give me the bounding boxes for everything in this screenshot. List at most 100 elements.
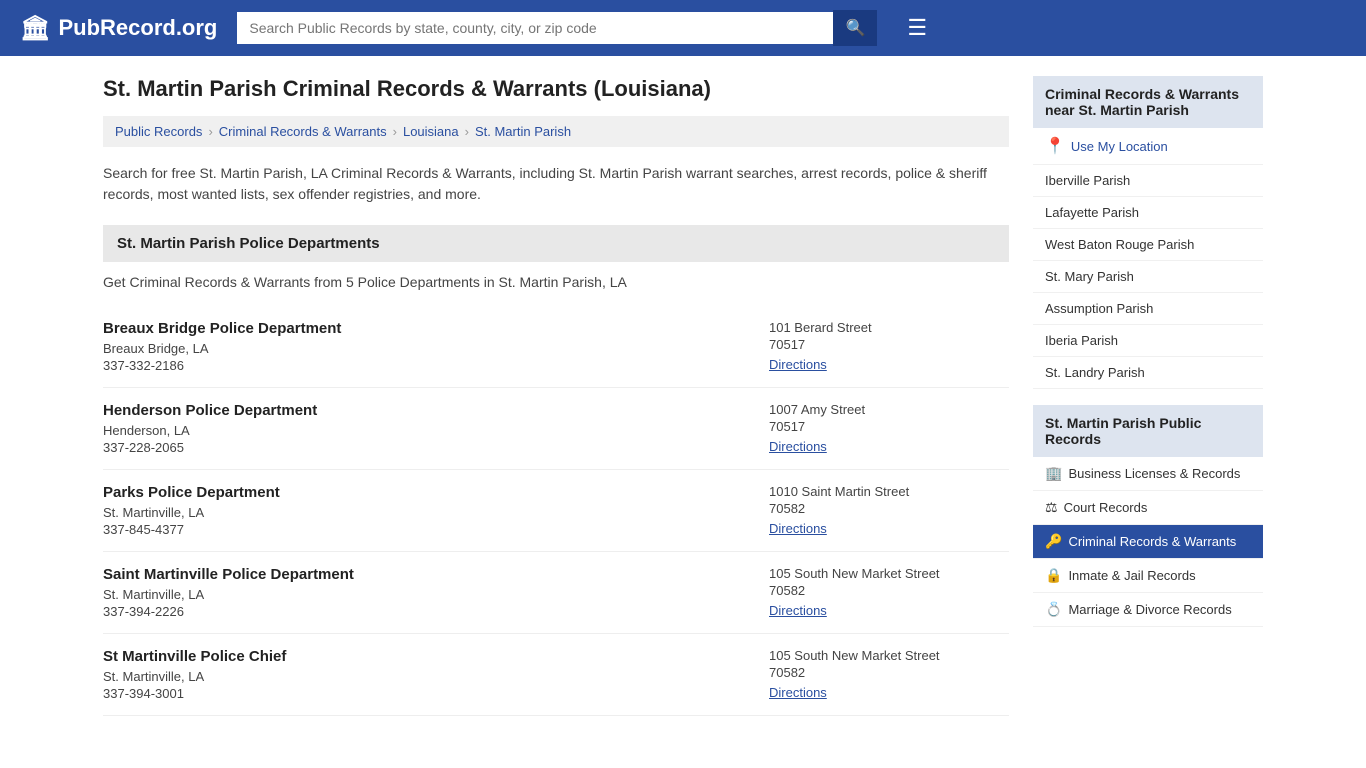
- page-description: Search for free St. Martin Parish, LA Cr…: [103, 163, 1009, 205]
- breadcrumb-st-martin[interactable]: St. Martin Parish: [475, 124, 571, 139]
- search-input[interactable]: [237, 12, 833, 44]
- record-type-link[interactable]: Criminal Records & Warrants: [1068, 534, 1236, 549]
- record-type-item[interactable]: 💍 Marriage & Divorce Records: [1033, 593, 1263, 627]
- nearby-title: Criminal Records & Warrants near St. Mar…: [1033, 76, 1263, 128]
- nearby-item[interactable]: Iberville Parish: [1033, 165, 1263, 197]
- dept-left: St Martinville Police Chief St. Martinvi…: [103, 648, 749, 701]
- directions-link[interactable]: Directions: [769, 685, 827, 700]
- directions-link[interactable]: Directions: [769, 521, 827, 536]
- record-type-icon: 💍: [1045, 601, 1062, 618]
- dept-address: 1007 Amy Street: [769, 402, 1009, 417]
- site-header: 🏛 PubRecord.org 🔍 ☰: [0, 0, 1366, 56]
- records-section: St. Martin Parish Public Records 🏢 Busin…: [1033, 405, 1263, 627]
- dept-right: 105 South New Market Street 70582 Direct…: [749, 648, 1009, 701]
- search-button[interactable]: 🔍: [833, 10, 877, 46]
- record-type-item[interactable]: 🔒 Inmate & Jail Records: [1033, 559, 1263, 593]
- breadcrumb-criminal-records[interactable]: Criminal Records & Warrants: [219, 124, 387, 139]
- dept-right: 105 South New Market Street 70582 Direct…: [749, 566, 1009, 619]
- nearby-item[interactable]: Lafayette Parish: [1033, 197, 1263, 229]
- dept-phone: 337-228-2065: [103, 440, 749, 455]
- record-type-link[interactable]: Inmate & Jail Records: [1068, 568, 1195, 583]
- directions-link[interactable]: Directions: [769, 603, 827, 618]
- dept-city: Breaux Bridge, LA: [103, 341, 749, 356]
- sidebar: Criminal Records & Warrants near St. Mar…: [1033, 76, 1263, 716]
- directions-link[interactable]: Directions: [769, 439, 827, 454]
- dept-zip: 70582: [769, 583, 1009, 598]
- department-entry: Saint Martinville Police Department St. …: [103, 552, 1009, 634]
- record-type-link[interactable]: Marriage & Divorce Records: [1068, 602, 1231, 617]
- dept-left: Parks Police Department St. Martinville,…: [103, 484, 749, 537]
- dept-address: 105 South New Market Street: [769, 648, 1009, 663]
- nearby-item[interactable]: St. Mary Parish: [1033, 261, 1263, 293]
- dept-right: 1010 Saint Martin Street 70582 Direction…: [749, 484, 1009, 537]
- nearby-link[interactable]: Assumption Parish: [1045, 301, 1153, 316]
- dept-city: St. Martinville, LA: [103, 587, 749, 602]
- record-type-item[interactable]: 🔑 Criminal Records & Warrants: [1033, 525, 1263, 559]
- directions-link[interactable]: Directions: [769, 357, 827, 372]
- dept-address: 1010 Saint Martin Street: [769, 484, 1009, 499]
- dept-zip: 70582: [769, 501, 1009, 516]
- content-area: St. Martin Parish Criminal Records & War…: [103, 76, 1009, 716]
- location-icon: 📍: [1045, 136, 1065, 156]
- dept-zip: 70517: [769, 419, 1009, 434]
- dept-phone: 337-332-2186: [103, 358, 749, 373]
- department-list: Breaux Bridge Police Department Breaux B…: [103, 306, 1009, 716]
- nearby-item[interactable]: St. Landry Parish: [1033, 357, 1263, 389]
- menu-icon[interactable]: ☰: [907, 15, 927, 41]
- record-type-item[interactable]: ⚖ Court Records: [1033, 491, 1263, 525]
- department-entry: Breaux Bridge Police Department Breaux B…: [103, 306, 1009, 388]
- record-type-link[interactable]: Business Licenses & Records: [1068, 466, 1240, 481]
- dept-phone: 337-394-3001: [103, 686, 749, 701]
- nearby-item[interactable]: Iberia Parish: [1033, 325, 1263, 357]
- department-entry: Henderson Police Department Henderson, L…: [103, 388, 1009, 470]
- dept-name: St Martinville Police Chief: [103, 648, 749, 665]
- logo-text: PubRecord.org: [58, 15, 217, 41]
- breadcrumb: Public Records › Criminal Records & Warr…: [103, 116, 1009, 147]
- nearby-link[interactable]: Lafayette Parish: [1045, 205, 1139, 220]
- nearby-item[interactable]: Assumption Parish: [1033, 293, 1263, 325]
- logo[interactable]: 🏛 PubRecord.org: [20, 14, 217, 43]
- dept-address: 101 Berard Street: [769, 320, 1009, 335]
- dept-phone: 337-394-2226: [103, 604, 749, 619]
- record-type-link[interactable]: Court Records: [1064, 500, 1148, 515]
- section-sub: Get Criminal Records & Warrants from 5 P…: [103, 274, 1009, 290]
- nearby-section: Criminal Records & Warrants near St. Mar…: [1033, 76, 1263, 389]
- nearby-link[interactable]: Iberville Parish: [1045, 173, 1130, 188]
- dept-phone: 337-845-4377: [103, 522, 749, 537]
- department-entry: St Martinville Police Chief St. Martinvi…: [103, 634, 1009, 716]
- department-entry: Parks Police Department St. Martinville,…: [103, 470, 1009, 552]
- records-title: St. Martin Parish Public Records: [1033, 405, 1263, 457]
- use-location-label: Use My Location: [1071, 139, 1168, 154]
- record-type-item[interactable]: 🏢 Business Licenses & Records: [1033, 457, 1263, 491]
- nearby-link[interactable]: St. Mary Parish: [1045, 269, 1134, 284]
- nearby-item[interactable]: West Baton Rouge Parish: [1033, 229, 1263, 261]
- breadcrumb-public-records[interactable]: Public Records: [115, 124, 202, 139]
- dept-city: St. Martinville, LA: [103, 669, 749, 684]
- dept-right: 1007 Amy Street 70517 Directions: [749, 402, 1009, 455]
- dept-city: Henderson, LA: [103, 423, 749, 438]
- nearby-link[interactable]: West Baton Rouge Parish: [1045, 237, 1194, 252]
- dept-name: Parks Police Department: [103, 484, 749, 501]
- breadcrumb-louisiana[interactable]: Louisiana: [403, 124, 459, 139]
- dept-left: Henderson Police Department Henderson, L…: [103, 402, 749, 455]
- use-my-location[interactable]: 📍 Use My Location: [1033, 128, 1263, 165]
- dept-right: 101 Berard Street 70517 Directions: [749, 320, 1009, 373]
- logo-icon: 🏛: [20, 14, 50, 43]
- dept-name: Breaux Bridge Police Department: [103, 320, 749, 337]
- record-type-icon: 🔑: [1045, 533, 1062, 550]
- nearby-link[interactable]: Iberia Parish: [1045, 333, 1118, 348]
- dept-zip: 70517: [769, 337, 1009, 352]
- dept-left: Breaux Bridge Police Department Breaux B…: [103, 320, 749, 373]
- dept-address: 105 South New Market Street: [769, 566, 1009, 581]
- dept-name: Saint Martinville Police Department: [103, 566, 749, 583]
- dept-name: Henderson Police Department: [103, 402, 749, 419]
- page-title: St. Martin Parish Criminal Records & War…: [103, 76, 1009, 102]
- nearby-link[interactable]: St. Landry Parish: [1045, 365, 1145, 380]
- dept-zip: 70582: [769, 665, 1009, 680]
- record-type-icon: ⚖: [1045, 499, 1058, 516]
- record-type-icon: 🏢: [1045, 465, 1062, 482]
- dept-left: Saint Martinville Police Department St. …: [103, 566, 749, 619]
- record-type-icon: 🔒: [1045, 567, 1062, 584]
- search-bar: 🔍: [237, 10, 877, 46]
- dept-city: St. Martinville, LA: [103, 505, 749, 520]
